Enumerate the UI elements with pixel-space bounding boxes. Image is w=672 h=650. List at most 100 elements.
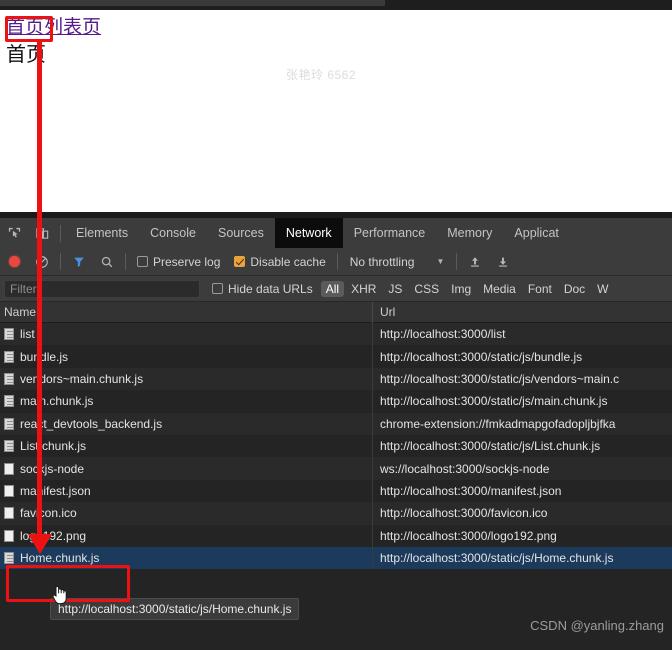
table-row[interactable]: vendors~main.chunk.js http://localhost:3… bbox=[0, 367, 672, 391]
table-row[interactable]: sockjs-node ws://localhost:3000/sockjs-n… bbox=[0, 457, 672, 480]
throttling-select[interactable]: No throttling ▼ bbox=[342, 255, 453, 269]
record-icon[interactable] bbox=[0, 248, 28, 276]
request-url: http://localhost:3000/favicon.ico bbox=[380, 506, 548, 521]
table-row[interactable]: main.chunk.js http://localhost:3000/stat… bbox=[0, 390, 672, 413]
table-header-row: Name Url bbox=[0, 302, 672, 323]
request-name: List.chunk.js bbox=[20, 439, 87, 454]
filter-all[interactable]: All bbox=[320, 280, 345, 297]
preserve-log-box bbox=[137, 256, 148, 267]
watermark-center: 张艳玲 6562 bbox=[286, 68, 357, 82]
hide-data-urls-label: Hide data URLs bbox=[228, 281, 313, 296]
tab-performance[interactable]: Performance bbox=[343, 218, 437, 248]
request-url: http://localhost:3000/static/js/bundle.j… bbox=[380, 349, 583, 364]
disable-cache-label: Disable cache bbox=[250, 254, 326, 269]
request-name: bundle.js bbox=[20, 349, 69, 364]
hide-data-urls-checkbox[interactable]: Hide data URLs bbox=[212, 282, 313, 296]
table-row[interactable]: list http://localhost:3000/list bbox=[0, 323, 672, 346]
request-name-cell: favicon.ico bbox=[0, 502, 373, 525]
network-control-bar: Preserve log Disable cache No throttling… bbox=[0, 248, 672, 276]
document-icon bbox=[4, 372, 14, 385]
inspect-element-icon[interactable] bbox=[0, 219, 28, 247]
request-name-cell: list bbox=[0, 323, 373, 346]
devtools-panel: Elements Console Sources Network Perform… bbox=[0, 212, 672, 650]
request-url: ws://localhost:3000/sockjs-node bbox=[380, 461, 550, 476]
request-name-cell: main.chunk.js bbox=[0, 390, 373, 413]
document-icon bbox=[4, 417, 14, 430]
filter-media[interactable]: Media bbox=[478, 281, 521, 297]
filter-font[interactable]: Font bbox=[523, 281, 557, 297]
request-url: http://localhost:3000/static/js/List.chu… bbox=[380, 439, 601, 454]
browser-top-strip bbox=[0, 0, 672, 10]
request-name-cell: react_devtools_backend.js bbox=[0, 412, 373, 435]
request-url: http://localhost:3000/logo192.png bbox=[380, 528, 557, 543]
table-row[interactable]: List.chunk.js http://localhost:3000/stat… bbox=[0, 434, 672, 458]
filter-input[interactable]: Filter bbox=[4, 279, 200, 298]
request-name-cell: logo192.png bbox=[0, 524, 373, 547]
screenshot-root: 首页列表页 首页 张艳玲 6562 Elements Console Sourc… bbox=[0, 0, 672, 650]
generic-file-icon bbox=[4, 507, 14, 520]
column-header-name[interactable]: Name bbox=[0, 302, 373, 323]
filter-xhr[interactable]: XHR bbox=[346, 281, 381, 297]
request-url: http://localhost:3000/static/js/Home.chu… bbox=[380, 551, 614, 566]
document-icon bbox=[4, 552, 14, 565]
request-url: chrome-extension://fmkadmapgofadopljbjfk… bbox=[380, 416, 616, 431]
request-name: favicon.ico bbox=[20, 506, 77, 521]
tab-elements[interactable]: Elements bbox=[65, 218, 139, 248]
column-header-url[interactable]: Url bbox=[373, 302, 672, 323]
filter-doc[interactable]: Doc bbox=[559, 281, 590, 297]
table-row[interactable]: favicon.ico http://localhost:3000/favico… bbox=[0, 502, 672, 525]
table-row-selected[interactable]: Home.chunk.js http://localhost:3000/stat… bbox=[0, 546, 672, 570]
browser-page-area: 首页列表页 首页 张艳玲 6562 bbox=[0, 0, 672, 212]
table-row[interactable]: logo192.png http://localhost:3000/logo19… bbox=[0, 524, 672, 547]
filter-img[interactable]: Img bbox=[446, 281, 476, 297]
url-tooltip: http://localhost:3000/static/js/Home.chu… bbox=[50, 598, 300, 620]
watermark-bottom-right: CSDN @yanling.zhang bbox=[530, 618, 664, 633]
request-name: Home.chunk.js bbox=[20, 551, 100, 566]
request-name: main.chunk.js bbox=[20, 394, 94, 409]
request-name-cell: sockjs-node bbox=[0, 457, 373, 480]
request-url: http://localhost:3000/static/js/main.chu… bbox=[380, 394, 608, 409]
home-link[interactable]: 首页 bbox=[6, 17, 44, 38]
search-icon[interactable] bbox=[93, 248, 121, 276]
filter-funnel-icon[interactable] bbox=[65, 248, 93, 276]
request-name-cell: bundle.js bbox=[0, 345, 373, 368]
table-row[interactable]: manifest.json http://localhost:3000/mani… bbox=[0, 479, 672, 503]
device-toolbar-icon[interactable] bbox=[28, 219, 56, 247]
document-icon bbox=[4, 350, 14, 363]
request-name-cell: manifest.json bbox=[0, 479, 373, 503]
resource-type-filters: All XHR JS CSS Img Media Font Doc W bbox=[320, 280, 614, 297]
document-icon bbox=[4, 395, 14, 408]
generic-file-icon bbox=[4, 484, 14, 497]
filter-js[interactable]: JS bbox=[383, 281, 407, 297]
page-title: 首页 bbox=[6, 44, 46, 66]
tab-memory[interactable]: Memory bbox=[436, 218, 503, 248]
browser-top-strip-light bbox=[0, 0, 385, 6]
chevron-down-icon: ▼ bbox=[436, 257, 445, 266]
tab-console[interactable]: Console bbox=[139, 218, 207, 248]
clear-icon[interactable] bbox=[28, 248, 56, 276]
list-link[interactable]: 列表页 bbox=[44, 17, 101, 38]
disable-cache-checkbox[interactable]: Disable cache bbox=[227, 255, 332, 269]
request-name: react_devtools_backend.js bbox=[20, 416, 163, 431]
preserve-log-checkbox[interactable]: Preserve log bbox=[130, 255, 227, 269]
nav-links: 首页列表页 bbox=[6, 16, 101, 40]
tab-application[interactable]: Applicat bbox=[503, 218, 569, 248]
tab-network[interactable]: Network bbox=[274, 218, 343, 248]
disable-cache-box bbox=[234, 256, 246, 267]
table-row[interactable]: bundle.js http://localhost:3000/static/j… bbox=[0, 345, 672, 368]
request-name-cell: List.chunk.js bbox=[0, 434, 373, 458]
export-har-icon[interactable] bbox=[489, 248, 517, 276]
filter-css[interactable]: CSS bbox=[409, 281, 444, 297]
throttling-value: No throttling bbox=[349, 254, 415, 269]
request-url: http://localhost:3000/static/js/vendors~… bbox=[380, 371, 620, 386]
generic-file-icon bbox=[4, 529, 14, 542]
filter-ws[interactable]: W bbox=[592, 281, 613, 297]
request-name: logo192.png bbox=[20, 528, 87, 543]
document-icon bbox=[4, 328, 14, 341]
request-name-cell: vendors~main.chunk.js bbox=[0, 367, 373, 391]
request-url: http://localhost:3000/list bbox=[380, 327, 506, 342]
table-row[interactable]: react_devtools_backend.js chrome-extensi… bbox=[0, 412, 672, 435]
import-har-icon[interactable] bbox=[461, 248, 489, 276]
tab-sources[interactable]: Sources bbox=[207, 218, 275, 248]
request-name: list bbox=[20, 327, 35, 342]
